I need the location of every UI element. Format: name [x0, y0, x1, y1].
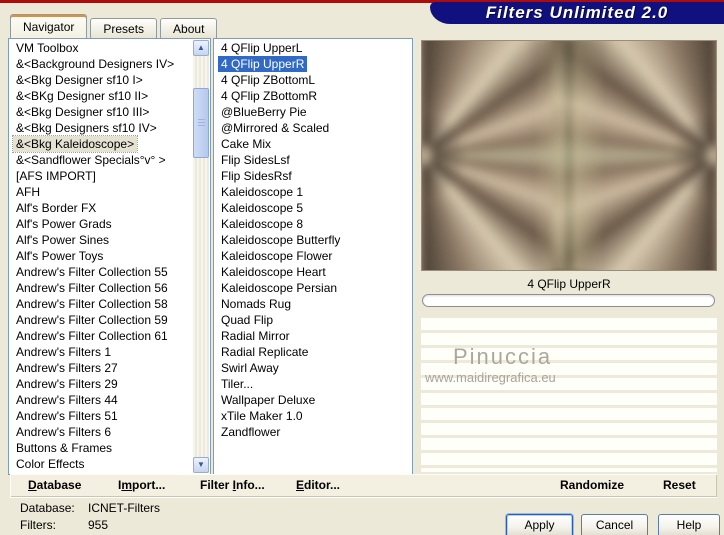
filter-item[interactable]: Quad Flip — [218, 312, 276, 328]
category-item[interactable]: &<BKg Designer sf10 II> — [13, 88, 151, 104]
tab-about[interactable]: About — [160, 18, 218, 38]
tab-about-label: About — [173, 21, 205, 36]
scrollbar-grip-icon — [198, 119, 205, 127]
tab-strip: Navigator Presets About — [10, 13, 220, 38]
filter-item[interactable]: Kaleidoscope 5 — [218, 200, 306, 216]
category-item[interactable]: Andrew's Filters 6 — [13, 424, 114, 440]
editor-button[interactable]: Editor... — [296, 478, 340, 492]
filter-item[interactable]: Cake Mix — [218, 136, 274, 152]
tab-navigator-label: Navigator — [23, 19, 75, 34]
filter-item[interactable]: Flip SidesRsf — [218, 168, 295, 184]
category-item[interactable]: AFH — [13, 184, 43, 200]
filter-item[interactable]: Kaleidoscope Flower — [218, 248, 335, 264]
category-item[interactable]: Andrew's Filter Collection 58 — [13, 296, 171, 312]
category-item[interactable]: Andrew's Filter Collection 61 — [13, 328, 171, 344]
filter-item[interactable]: Kaleidoscope Heart — [218, 264, 329, 280]
reset-button[interactable]: Reset — [663, 478, 696, 492]
banner: Filters Unlimited 2.0 — [430, 2, 724, 24]
filter-item[interactable]: Kaleidoscope Butterfly — [218, 232, 343, 248]
scroll-up-icon[interactable]: ▲ — [193, 40, 209, 56]
category-item[interactable]: Alf's Power Sines — [13, 232, 112, 248]
preview-image — [421, 40, 717, 271]
filter-item[interactable]: Kaleidoscope Persian — [218, 280, 340, 296]
tab-presets-label: Presets — [103, 21, 145, 36]
filter-item[interactable]: Radial Mirror — [218, 328, 293, 344]
help-button[interactable]: Help — [658, 514, 720, 535]
filter-item[interactable]: Kaleidoscope 1 — [218, 184, 306, 200]
cancel-button[interactable]: Cancel — [581, 514, 648, 535]
filter-item[interactable]: Wallpaper Deluxe — [218, 392, 318, 408]
scrollbar-thumb[interactable] — [193, 88, 209, 158]
filter-item[interactable]: @BlueBerry Pie — [218, 104, 310, 120]
category-item[interactable]: Andrew's Filter Collection 56 — [13, 280, 171, 296]
category-item[interactable]: &<Bkg Designers sf10 IV> — [13, 120, 160, 136]
filter-item[interactable]: Swirl Away — [218, 360, 282, 376]
category-item[interactable]: Color Effects — [13, 456, 87, 472]
filter-item[interactable]: Tiler... — [218, 376, 256, 392]
import-button[interactable]: Import... — [118, 478, 165, 492]
filter-item[interactable]: Nomads Rug — [218, 296, 294, 312]
parameter-area: Pinuccia www.maidiregrafica.eu — [421, 318, 717, 472]
category-item[interactable]: &<Background Designers IV> — [13, 56, 177, 72]
watermark-url: www.maidiregrafica.eu — [425, 370, 556, 385]
database-status-value: ICNET-Filters — [88, 501, 160, 515]
category-item[interactable]: Andrew's Filters 44 — [13, 392, 121, 408]
category-item[interactable]: Andrew's Filters 51 — [13, 408, 121, 424]
filter-item[interactable]: 4 QFlip ZBottomR — [218, 88, 320, 104]
filter-item[interactable]: Radial Replicate — [218, 344, 311, 360]
filter-item[interactable]: xTile Maker 1.0 — [218, 408, 306, 424]
window-title: Filters Unlimited 2.0 — [485, 3, 669, 22]
filter-item[interactable]: 4 QFlip ZBottomL — [218, 72, 318, 88]
randomize-button[interactable]: Randomize — [560, 478, 624, 492]
filter-listbox[interactable]: 4 QFlip UpperL 4 QFlip UpperR 4 QFlip ZBot… — [213, 38, 413, 475]
filter-item[interactable]: 4 QFlip UpperR — [218, 56, 308, 72]
category-listbox[interactable]: VM Toolbox &<Background Designers IV> &<Bk… — [8, 38, 211, 475]
watermark-name: Pinuccia — [453, 344, 553, 369]
category-item[interactable]: [AFS IMPORT] — [13, 168, 99, 184]
category-item[interactable]: Andrew's Filter Collection 59 — [13, 312, 171, 328]
progress-bar — [422, 294, 715, 307]
category-item[interactable]: &<Bkg Kaleidoscope> — [11, 135, 139, 153]
category-item[interactable]: Alf's Power Toys — [13, 248, 106, 264]
category-item[interactable]: Andrew's Filters 1 — [13, 344, 114, 360]
database-status-label: Database: — [20, 501, 75, 515]
filter-item[interactable]: @Mirrored & Scaled — [218, 120, 332, 136]
category-item[interactable]: Buttons & Frames — [13, 440, 115, 456]
category-list: VM Toolbox &<Background Designers IV> &<Bk… — [9, 40, 193, 474]
filters-unlimited-dialog: { "window": { "title": "Filters Unlimite… — [0, 0, 724, 535]
category-scrollbar[interactable]: ▲ ▼ — [193, 40, 209, 473]
filter-item[interactable]: Flip SidesLsf — [218, 152, 293, 168]
category-item[interactable]: Andrew's Filters 29 — [13, 376, 121, 392]
filter-list: 4 QFlip UpperL 4 QFlip UpperR 4 QFlip ZBot… — [214, 40, 410, 474]
preview-center-band — [422, 41, 716, 270]
tab-navigator[interactable]: Navigator — [10, 14, 88, 38]
category-item[interactable]: Andrew's Filters 27 — [13, 360, 121, 376]
filter-info-button[interactable]: Filter Info... — [200, 478, 265, 492]
category-item[interactable]: &<Bkg Designer sf10 I> — [13, 72, 146, 88]
filter-item[interactable]: 4 QFlip UpperL — [218, 40, 305, 56]
tab-presets[interactable]: Presets — [90, 18, 158, 38]
category-item[interactable]: Andrew's Filter Collection 55 — [13, 264, 171, 280]
filter-item[interactable]: Kaleidoscope 8 — [218, 216, 306, 232]
filter-item[interactable]: Zandflower — [218, 424, 283, 440]
toolbar: Database Import... Filter Info... Editor… — [10, 474, 717, 497]
category-item[interactable]: &<Sandflower Specials°v° > — [13, 152, 169, 168]
category-item[interactable]: VM Toolbox — [13, 40, 81, 56]
category-item[interactable]: &<Bkg Designer sf10 III> — [13, 104, 152, 120]
category-item[interactable]: Alf's Power Grads — [13, 216, 115, 232]
filters-count-label: Filters: — [20, 518, 56, 532]
category-item[interactable]: Alf's Border FX — [13, 200, 99, 216]
scroll-down-icon[interactable]: ▼ — [193, 457, 209, 473]
selected-filter-caption: 4 QFlip UpperR — [527, 277, 611, 291]
database-button[interactable]: Database — [28, 478, 81, 492]
apply-button[interactable]: Apply — [506, 514, 573, 535]
filters-count-value: 955 — [88, 518, 109, 532]
